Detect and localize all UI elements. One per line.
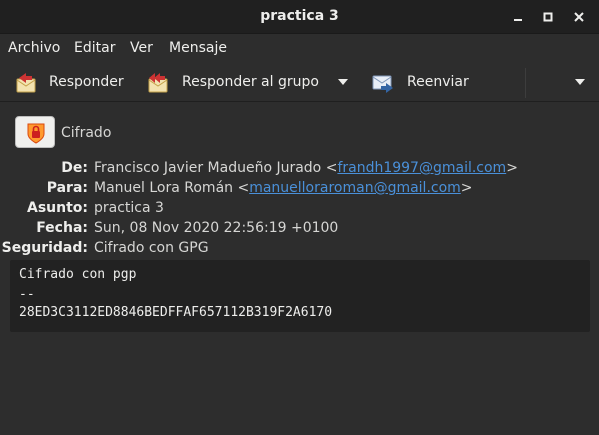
to-value: Manuel Lora Román <manuelloraroman@gmail… bbox=[94, 180, 473, 196]
to-close: > bbox=[460, 180, 473, 196]
forward-button[interactable]: Reenviar bbox=[371, 64, 471, 102]
date-label: Fecha: bbox=[36, 220, 88, 236]
message-body[interactable]: Cifrado con pgp -- 28ED3C3112ED8846BEDFF… bbox=[10, 260, 590, 332]
forward-icon bbox=[372, 75, 393, 93]
reply-all-icon bbox=[148, 73, 168, 93]
menu-editar[interactable]: Editar bbox=[74, 40, 115, 56]
reply-all-label: Responder al grupo bbox=[182, 74, 319, 90]
forward-label: Reenviar bbox=[407, 74, 469, 90]
from-value: Francisco Javier Madueño Jurado <frandh1… bbox=[94, 160, 518, 176]
maximize-icon bbox=[543, 12, 553, 22]
body-line: 28ED3C3112ED8846BEDFFAF657112B319F2A6170 bbox=[19, 305, 333, 320]
encryption-badge[interactable] bbox=[15, 116, 55, 148]
chevron-down-icon bbox=[575, 79, 585, 85]
to-name: Manuel Lora Román < bbox=[94, 180, 250, 196]
more-options-dropdown[interactable] bbox=[570, 64, 590, 102]
toolbar: Responder Responder al grupo Reenviar bbox=[0, 64, 599, 102]
reply-icon bbox=[16, 73, 36, 93]
body-line: -- bbox=[19, 287, 35, 302]
menu-archivo[interactable]: Archivo bbox=[8, 40, 60, 56]
subject-value: practica 3 bbox=[94, 200, 164, 216]
message-view: Cifrado De: Francisco Javier Madueño Jur… bbox=[0, 102, 599, 435]
security-label: Seguridad: bbox=[1, 240, 88, 256]
minimize-button[interactable] bbox=[507, 6, 529, 28]
to-email-link[interactable]: manuelloraroman@gmail.com bbox=[249, 180, 461, 196]
chevron-down-icon bbox=[338, 79, 348, 85]
title-bar: practica 3 bbox=[0, 0, 599, 34]
close-icon bbox=[574, 12, 584, 22]
minimize-icon bbox=[514, 19, 522, 21]
from-label: De: bbox=[61, 160, 88, 176]
maximize-button[interactable] bbox=[537, 6, 559, 28]
encrypted-shield-icon bbox=[27, 123, 45, 144]
menu-mensaje[interactable]: Mensaje bbox=[169, 40, 227, 56]
close-button[interactable] bbox=[568, 6, 590, 28]
date-value: Sun, 08 Nov 2020 22:56:19 +0100 bbox=[94, 220, 339, 236]
from-close: > bbox=[506, 160, 518, 176]
reply-label: Responder bbox=[49, 74, 124, 90]
security-value: Cifrado con GPG bbox=[94, 240, 209, 256]
menu-ver[interactable]: Ver bbox=[130, 40, 153, 56]
from-email-link[interactable]: frandh1997@gmail.com bbox=[337, 160, 506, 176]
toolbar-separator bbox=[525, 68, 526, 98]
body-line: Cifrado con pgp bbox=[19, 267, 137, 282]
reply-button[interactable]: Responder bbox=[14, 64, 126, 102]
menu-bar: Archivo Editar Ver Mensaje bbox=[0, 34, 599, 64]
from-name: Francisco Javier Madueño Jurado < bbox=[94, 160, 338, 176]
reply-all-button[interactable]: Responder al grupo bbox=[146, 64, 319, 102]
to-label: Para: bbox=[46, 180, 88, 196]
encryption-label: Cifrado bbox=[61, 125, 112, 141]
reply-all-dropdown[interactable] bbox=[333, 64, 353, 102]
subject-label: Asunto: bbox=[26, 200, 88, 216]
